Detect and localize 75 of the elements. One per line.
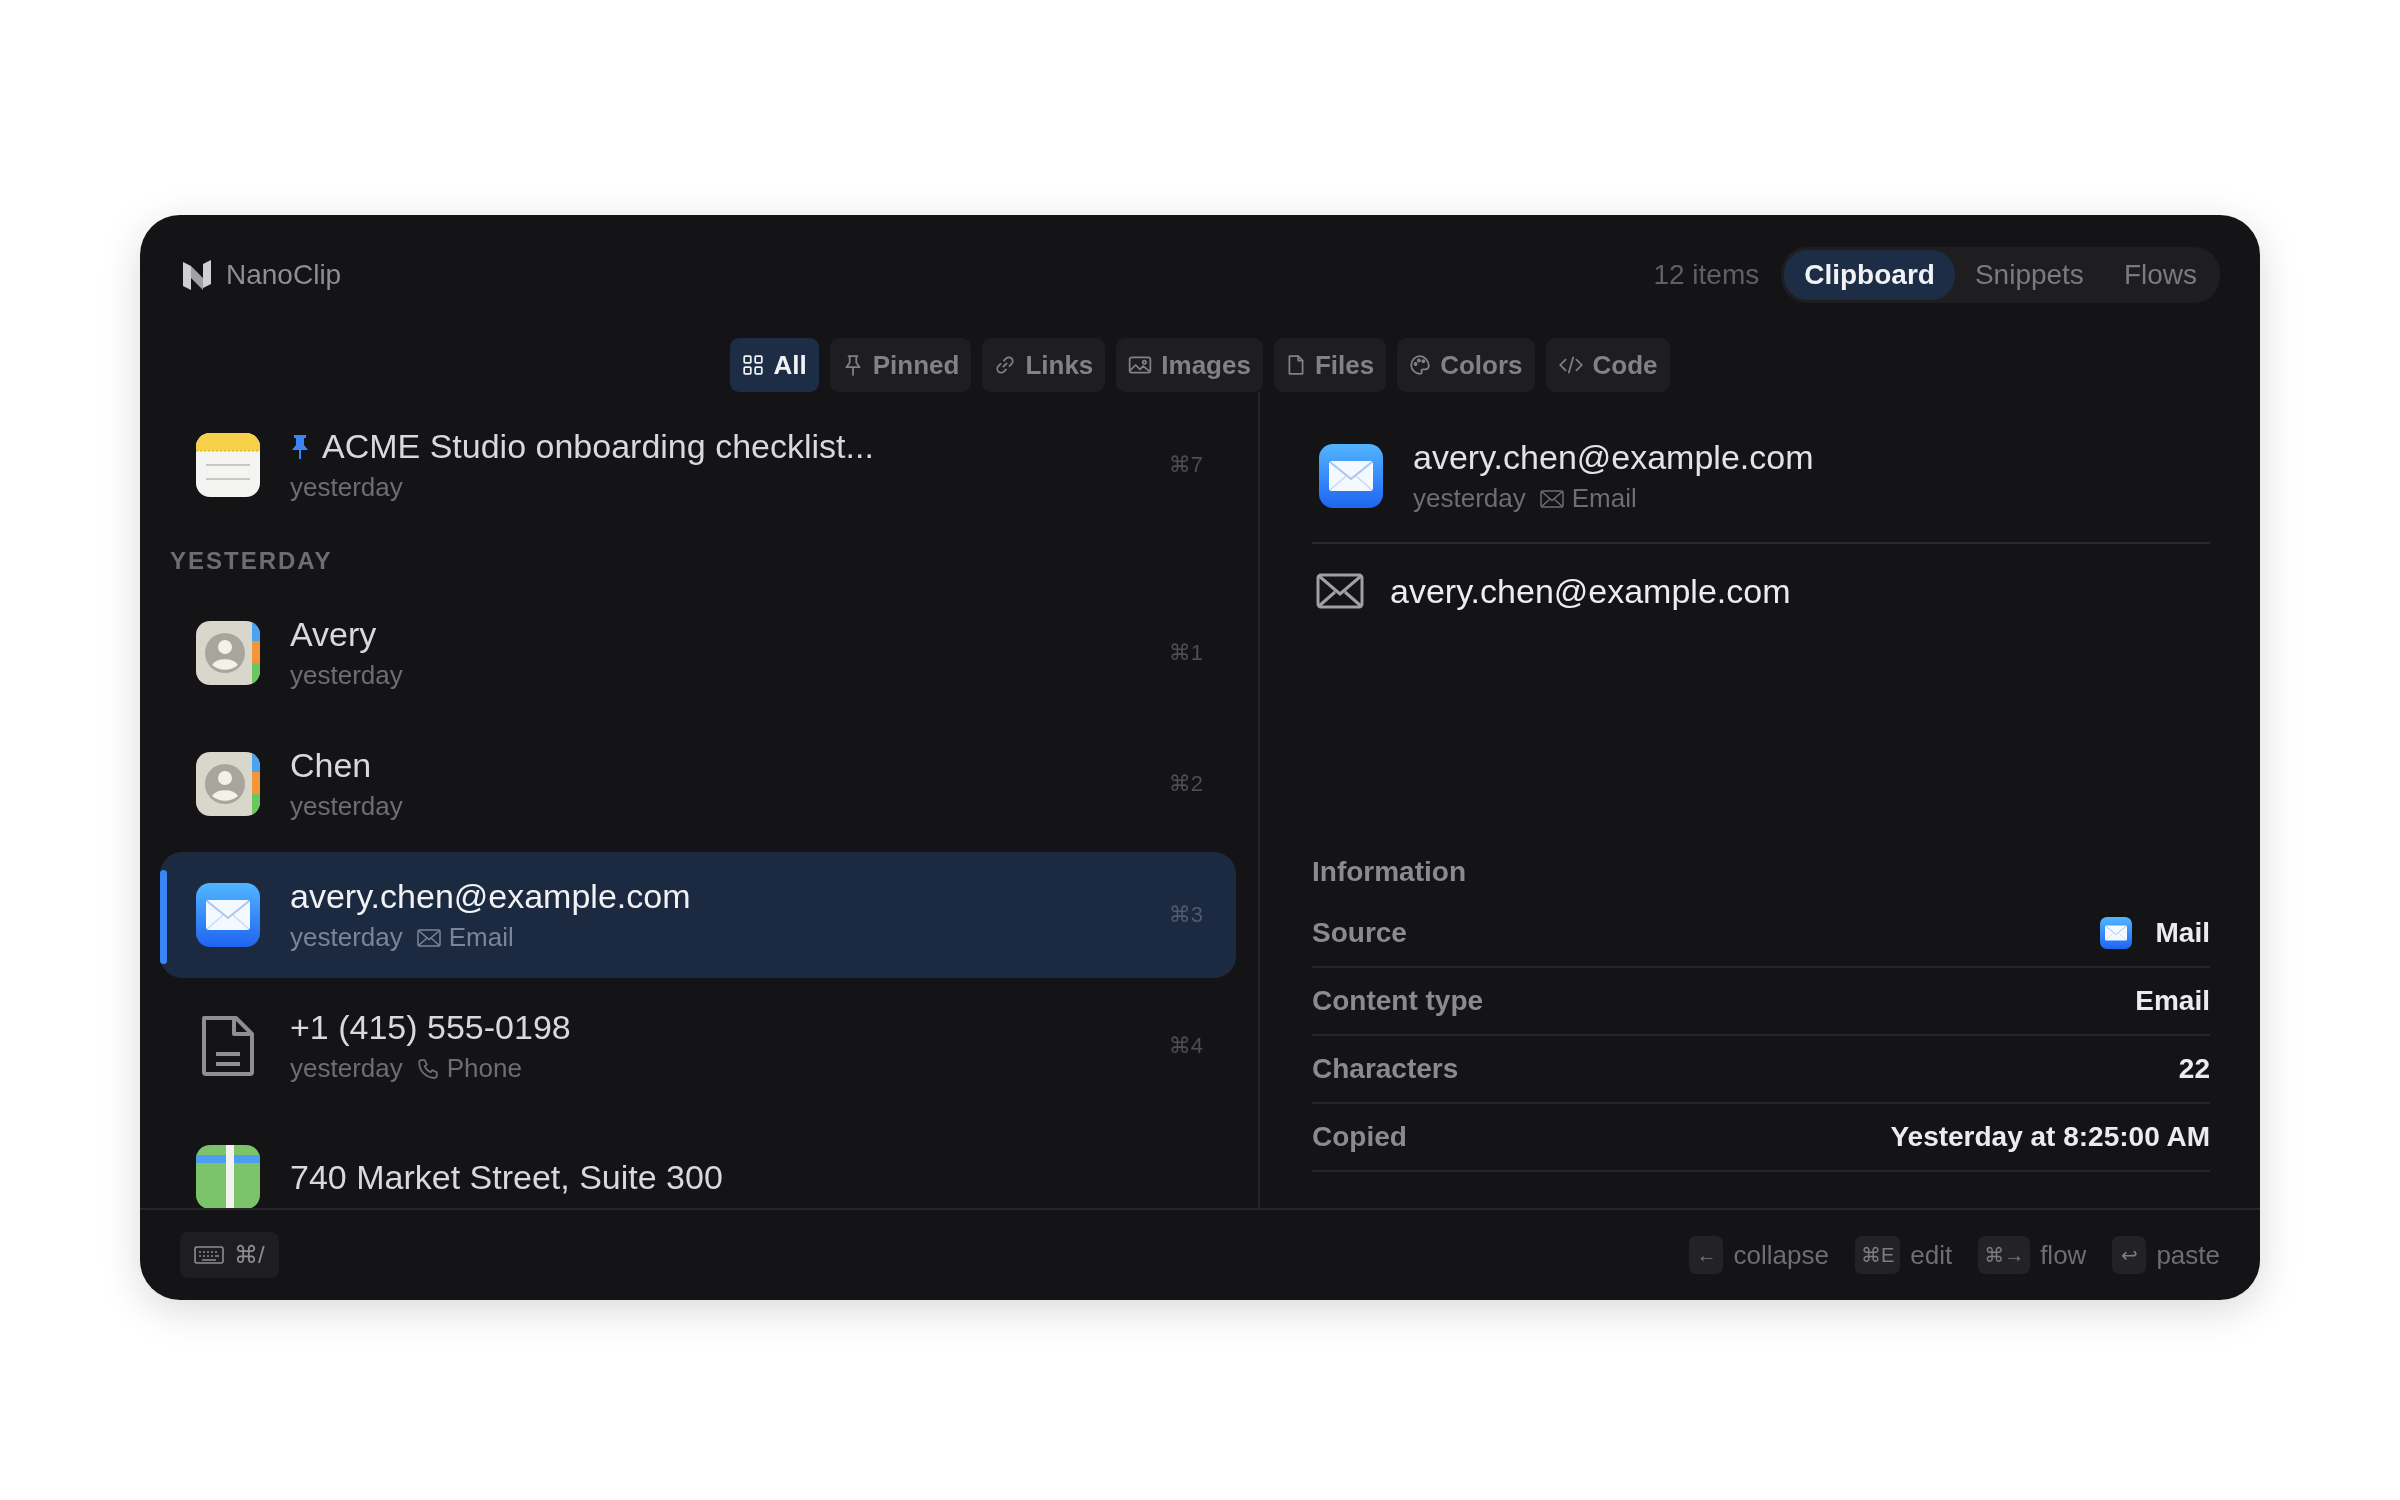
clip-row[interactable]: 740 Market Street, Suite 300 [160,1114,1236,1208]
clip-title: Chen [290,746,372,785]
filter-tab[interactable]: Files [1273,338,1387,392]
shortcut-hint: ⌘7 [1168,452,1203,478]
clip-type: Email [448,922,514,953]
action-hint: collapse [1733,1239,1829,1271]
clip-row[interactable]: +1 (415) 555-0198 yesterday Phone ⌘4 [160,983,1236,1109]
clip-title: Avery [290,615,377,654]
code-icon [1557,354,1584,376]
mail-app-icon [1319,444,1383,508]
link-icon [994,354,1017,376]
clip-time: yesterday [290,922,403,953]
shortcut-hint: ⌘1 [1168,640,1203,666]
info-value: 22 [2178,1053,2210,1085]
info-value: Mail [2155,917,2210,949]
info-value: Yesterday at 8:25:00 AM [1890,1121,2210,1153]
shortcut-hint: ⌘2 [1168,771,1203,797]
envelope-icon [416,928,441,947]
filter-tab[interactable]: All [730,338,819,392]
keycap: ⌘→ [1978,1236,2031,1274]
contacts-app-icon [196,752,260,816]
clip-type: Phone [446,1053,522,1084]
clip-title: +1 (415) 555-0198 [290,1008,571,1047]
action-hint: edit [1910,1239,1953,1271]
clip-title: ACME Studio onboarding checklist... [322,427,874,466]
contacts-app-icon [196,621,260,685]
shortcut-hint: ⌘4 [1168,1033,1203,1059]
info-label: Source [1312,917,1407,949]
info-label: Characters [1312,1053,1459,1085]
app-name: NanoClip [226,259,342,291]
phone-icon [416,1057,439,1080]
item-count: 12 items [1653,259,1760,291]
clip-title: avery.chen@example.com [290,877,691,916]
envelope-icon [1316,573,1364,609]
keyboard-icon [194,1244,224,1266]
action-hint: paste [2156,1239,2220,1271]
shortcuts-button[interactable]: ⌘/ [180,1232,279,1278]
keycap: ← [1689,1236,1724,1274]
mail-app-icon [2099,917,2132,949]
mode-tab[interactable]: Snippets [1954,250,2104,300]
filter-tab[interactable]: Links [982,338,1106,392]
info-label: Copied [1312,1121,1407,1153]
action-hint: flow [2040,1239,2087,1271]
clip-title: 740 Market Street, Suite 300 [290,1157,723,1197]
keycap: ↩ [2112,1236,2147,1274]
mail-app-icon [196,883,260,947]
clip-row[interactable]: Avery yesterday ⌘1 [160,590,1236,716]
detail-title: avery.chen@example.com [1413,438,1814,477]
info-heading: Information [1312,856,1467,889]
section-heading: YESTERDAY [169,546,334,576]
map-app-icon [196,1145,260,1208]
filter-tab[interactable]: Pinned [829,338,972,392]
grid-icon [742,354,765,376]
clip-row[interactable]: Chen yesterday ⌘2 [160,721,1236,847]
image-icon [1128,354,1153,376]
mode-tab[interactable]: Clipboard [1784,250,1955,300]
notes-app-icon [196,433,260,497]
mode-tab[interactable]: Flows [2103,250,2217,300]
info-label: Content type [1312,985,1484,1017]
clip-content: avery.chen@example.com [1390,571,1791,611]
clip-row[interactable]: ACME Studio onboarding checklist... yesterday ⌘7 [160,402,1236,528]
detail-time: yesterday [1413,483,1526,514]
filter-tab[interactable]: Images [1116,338,1263,392]
clip-time: yesterday [290,472,403,503]
keycap: ⌘E [1854,1236,1901,1274]
palette-icon [1409,354,1432,376]
detail-type: Email [1571,483,1637,514]
envelope-icon [1539,489,1564,508]
clip-time: yesterday [290,660,403,691]
clip-time: yesterday [290,791,403,822]
filter-tab[interactable]: Code [1545,338,1670,392]
logo-icon [180,258,214,292]
info-value: Email [2135,985,2210,1017]
clip-time: yesterday [290,1053,403,1084]
filter-tab[interactable]: Colors [1397,338,1535,392]
